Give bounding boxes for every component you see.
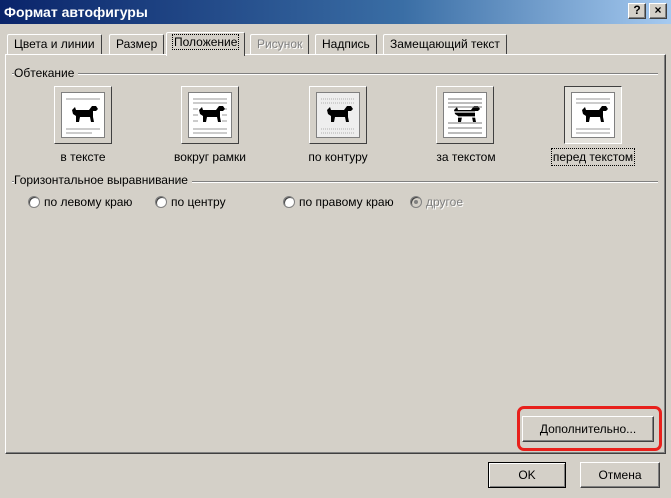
button-label: Отмена: [598, 468, 642, 482]
close-button[interactable]: ×: [649, 3, 667, 19]
tab-label: Положение: [171, 34, 240, 50]
tab-label: Размер: [116, 37, 158, 51]
tab-label: Цвета и линии: [14, 37, 95, 51]
tab-picture: Рисунок: [250, 34, 310, 54]
title-bar: Формат автофигуры ? ×: [0, 0, 671, 24]
tab-label: Надпись: [322, 37, 370, 51]
help-icon: ?: [633, 3, 641, 17]
help-button[interactable]: ?: [628, 3, 646, 19]
alignment-group-label: Горизонтальное выравнивание: [14, 173, 192, 187]
tab-label: Замещающий текст: [390, 37, 500, 51]
tab-label: Рисунок: [257, 37, 303, 51]
tab-alt-text[interactable]: Замещающий текст: [383, 34, 507, 54]
tab-position[interactable]: Положение: [166, 32, 246, 56]
tab-size[interactable]: Размер: [109, 34, 165, 54]
tab-panel-position: [5, 54, 666, 454]
window-title: Формат автофигуры: [4, 4, 148, 20]
ok-button[interactable]: OK: [488, 462, 566, 488]
wrapping-group-label: Обтекание: [14, 66, 79, 80]
cancel-button[interactable]: Отмена: [580, 462, 660, 488]
close-icon: ×: [654, 3, 662, 17]
tab-textbox[interactable]: Надпись: [315, 34, 377, 54]
button-label: OK: [518, 468, 536, 482]
tab-colors-lines[interactable]: Цвета и линии: [7, 34, 102, 54]
highlight-annotation: [517, 406, 662, 451]
